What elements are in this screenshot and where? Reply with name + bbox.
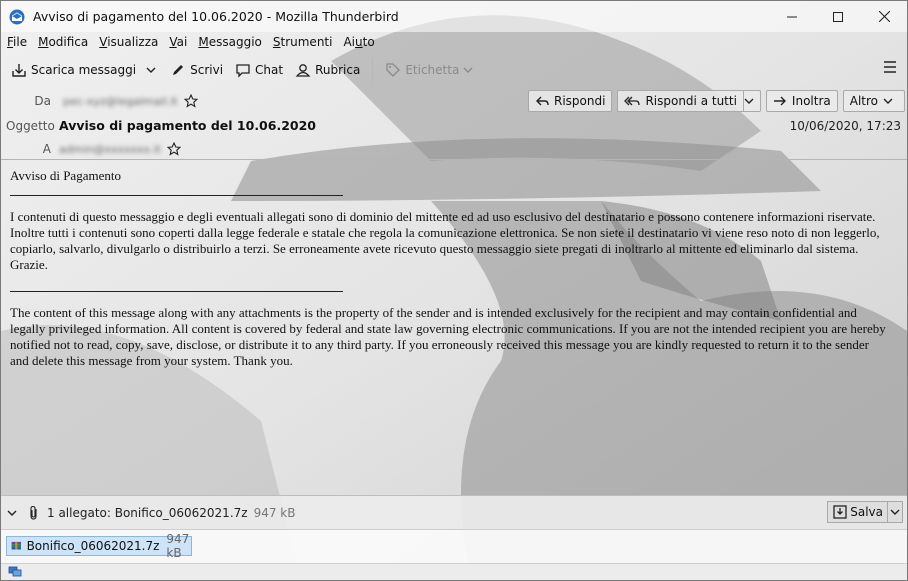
maximize-button[interactable] bbox=[815, 1, 861, 32]
status-bar bbox=[1, 563, 907, 580]
star-icon[interactable] bbox=[166, 142, 181, 156]
archive-file-icon bbox=[11, 541, 21, 550]
toolbar-separator bbox=[372, 58, 374, 82]
forward-label: Inoltra bbox=[791, 94, 831, 108]
other-actions-button[interactable]: Altro bbox=[842, 90, 905, 112]
menu-modifica[interactable]: Modifica bbox=[32, 35, 93, 49]
minimize-button[interactable] bbox=[769, 1, 815, 32]
thunderbird-window: Avviso di pagamento del 10.06.2020 - Moz… bbox=[0, 0, 908, 581]
attachment-list: Bonifico_06062021.7z 947 kB bbox=[1, 529, 907, 564]
save-attachment-button[interactable]: Salva bbox=[827, 501, 903, 523]
attachment-item[interactable]: Bonifico_06062021.7z 947 kB bbox=[6, 532, 192, 560]
from-value[interactable]: pec-xyz@legalmail.it bbox=[63, 95, 178, 108]
chevron-down-icon bbox=[883, 98, 893, 104]
get-messages-button[interactable]: Scarica messaggi bbox=[5, 57, 142, 83]
tag-label: Etichetta bbox=[405, 63, 460, 77]
attachment-toggle[interactable] bbox=[7, 508, 17, 518]
reply-button[interactable]: Rispondi bbox=[527, 90, 613, 112]
reply-all-button[interactable]: Rispondi a tutti bbox=[617, 90, 761, 112]
app-menu-button[interactable] bbox=[883, 60, 897, 77]
save-dropdown[interactable] bbox=[887, 502, 902, 522]
to-label: A bbox=[42, 142, 51, 156]
tag-icon bbox=[386, 63, 401, 77]
thunderbird-app-icon bbox=[9, 9, 25, 24]
reply-all-label: Rispondi a tutti bbox=[645, 94, 737, 108]
reply-all-dropdown[interactable] bbox=[742, 91, 760, 111]
menu-visualizza[interactable]: Visualizza bbox=[93, 35, 163, 49]
get-messages-dropdown[interactable] bbox=[142, 57, 164, 83]
hamburger-menu-icon bbox=[884, 61, 896, 73]
attachment-item-size: 947 kB bbox=[166, 532, 190, 560]
write-label: Scrivi bbox=[190, 63, 224, 77]
star-icon[interactable] bbox=[183, 94, 198, 108]
menu-messaggio[interactable]: Messaggio bbox=[192, 35, 267, 49]
address-book-button[interactable]: Rubrica bbox=[289, 57, 366, 83]
from-label: Da bbox=[34, 94, 51, 108]
save-label: Salva bbox=[850, 505, 883, 519]
pencil-icon bbox=[173, 65, 184, 75]
save-icon bbox=[833, 505, 847, 519]
paperclip-icon bbox=[30, 505, 37, 520]
chevron-down-icon bbox=[146, 67, 156, 73]
chat-icon bbox=[236, 64, 250, 78]
subject-value: Avviso di pagamento del 10.06.2020 bbox=[59, 118, 316, 133]
message-date: 10/06/2020, 17:23 bbox=[789, 119, 901, 133]
message-body: Avviso di Pagamento I contenuti di quest… bbox=[10, 168, 890, 369]
to-row: A admin@xxxxxxx.it bbox=[6, 142, 181, 156]
forward-icon bbox=[773, 96, 786, 106]
address-book-label: Rubrica bbox=[315, 63, 361, 77]
body-divider bbox=[10, 291, 343, 292]
write-button[interactable]: Scrivi bbox=[164, 57, 229, 83]
other-label: Altro bbox=[849, 94, 878, 108]
menu-strumenti[interactable]: Strumenti bbox=[267, 35, 338, 49]
reply-icon bbox=[535, 96, 549, 106]
header-divider bbox=[1, 159, 907, 160]
tag-button[interactable]: Etichetta bbox=[379, 57, 483, 83]
network-status-icon[interactable] bbox=[8, 566, 22, 578]
title-bar: Avviso di pagamento del 10.06.2020 - Moz… bbox=[1, 1, 907, 32]
menu-vai[interactable]: Vai bbox=[163, 35, 192, 49]
subject-label: Oggetto bbox=[6, 118, 55, 133]
chat-button[interactable]: Chat bbox=[229, 57, 289, 83]
attachment-bar: 1 allegato: Bonifico_06062021.7z 947 kB … bbox=[1, 495, 907, 530]
download-icon bbox=[12, 64, 26, 77]
subject-row: Oggetto Avviso di pagamento del 10.06.20… bbox=[6, 118, 316, 133]
menu-aiuto[interactable]: Aiuto bbox=[337, 35, 379, 49]
minimize-icon bbox=[787, 16, 797, 17]
window-title: Avviso di pagamento del 10.06.2020 - Moz… bbox=[33, 9, 399, 24]
close-button[interactable] bbox=[861, 1, 907, 32]
close-icon bbox=[878, 11, 890, 22]
attachment-item-name: Bonifico_06062021.7z bbox=[26, 539, 160, 553]
body-divider bbox=[10, 195, 343, 196]
body-italian-notice: I contenuti di questo messaggio e degli … bbox=[10, 209, 880, 272]
main-toolbar: Scarica messaggi Scrivi Chat Rubrica Eti… bbox=[1, 55, 907, 85]
menu-bar: File Modifica Visualizza Vai Messaggio S… bbox=[1, 32, 380, 52]
chevron-down-icon bbox=[890, 509, 900, 515]
reply-label: Rispondi bbox=[553, 94, 606, 108]
chevron-down-icon bbox=[744, 98, 754, 104]
chevron-down-icon bbox=[7, 510, 17, 516]
get-messages-label: Scarica messaggi bbox=[31, 63, 137, 77]
from-row: Da pec-xyz@legalmail.it bbox=[6, 94, 198, 108]
address-book-icon bbox=[295, 64, 311, 77]
attachment-summary-size: 947 kB bbox=[253, 506, 296, 520]
body-greeting: Avviso di Pagamento bbox=[10, 168, 121, 183]
menu-file[interactable]: File bbox=[1, 35, 32, 49]
body-english-notice: The content of this message along with a… bbox=[10, 305, 886, 368]
reply-all-icon bbox=[624, 96, 641, 106]
attachment-summary[interactable]: 1 allegato: Bonifico_06062021.7z bbox=[47, 506, 248, 520]
chevron-down-icon bbox=[463, 67, 473, 73]
chat-label: Chat bbox=[255, 63, 284, 77]
forward-button[interactable]: Inoltra bbox=[765, 90, 838, 112]
maximize-icon bbox=[833, 11, 843, 22]
to-value[interactable]: admin@xxxxxxx.it bbox=[59, 143, 161, 156]
header-actions: Rispondi Rispondi a tutti Inoltra Altro bbox=[523, 90, 905, 112]
